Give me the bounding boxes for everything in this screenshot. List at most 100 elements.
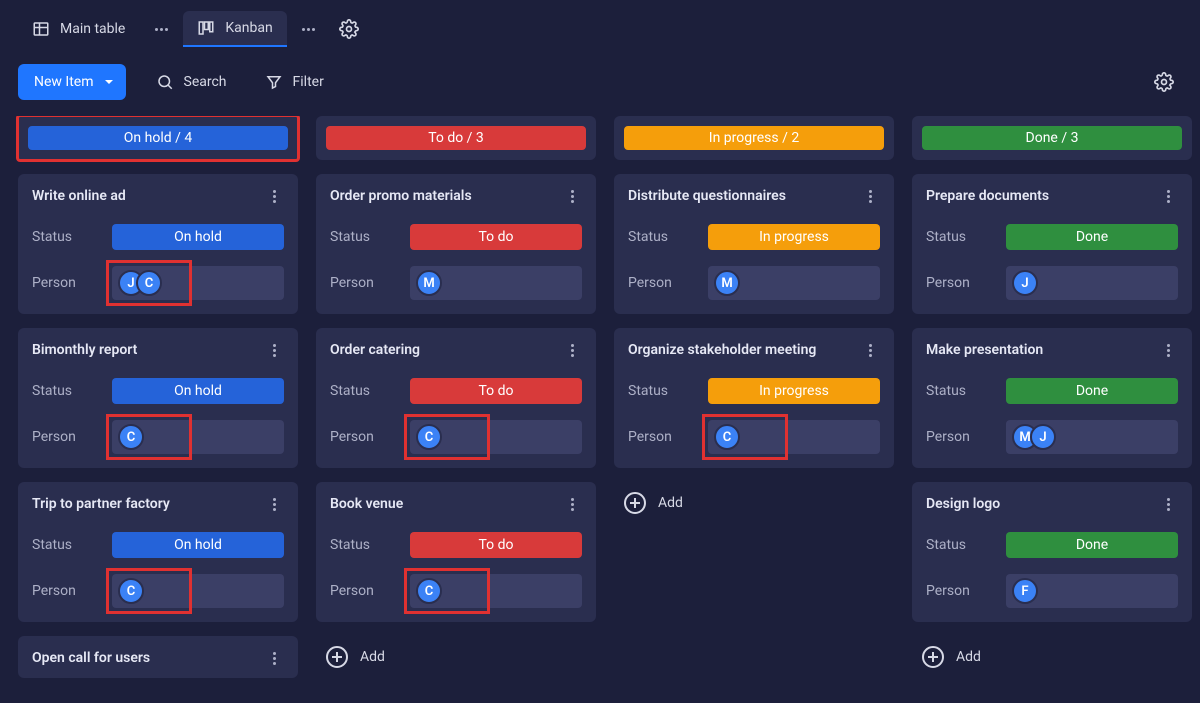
plus-circle-icon bbox=[326, 646, 348, 668]
view-settings[interactable] bbox=[337, 17, 361, 41]
search-button[interactable]: Search bbox=[148, 64, 235, 100]
filter-button[interactable]: Filter bbox=[257, 64, 332, 100]
filter-label: Filter bbox=[293, 74, 324, 90]
column-on_hold: On hold / 4Write online adStatusOn holdP… bbox=[18, 116, 298, 678]
card-title: Order catering bbox=[330, 342, 420, 358]
chevron-down-icon bbox=[104, 77, 114, 87]
column-header[interactable]: In progress / 2 bbox=[614, 116, 894, 160]
kanban-card[interactable]: Prepare documentsStatusDonePersonJ bbox=[912, 174, 1192, 314]
person-label: Person bbox=[926, 583, 1006, 599]
card-menu[interactable] bbox=[1158, 340, 1178, 360]
kanban-card[interactable]: Design logoStatusDonePersonF bbox=[912, 482, 1192, 622]
person-cell[interactable]: C bbox=[708, 420, 880, 454]
person-cell[interactable]: MJ bbox=[1006, 420, 1178, 454]
status-label: Status bbox=[32, 383, 112, 399]
board-settings[interactable] bbox=[1152, 70, 1176, 94]
card-menu[interactable] bbox=[264, 648, 284, 668]
tab-main-menu[interactable] bbox=[149, 17, 173, 41]
card-menu[interactable] bbox=[264, 494, 284, 514]
kanban-card[interactable]: Bimonthly reportStatusOn holdPersonC bbox=[18, 328, 298, 468]
status-pill[interactable]: To do bbox=[410, 224, 582, 250]
person-cell[interactable]: JC bbox=[112, 266, 284, 300]
status-label: Status bbox=[628, 229, 708, 245]
card-menu[interactable] bbox=[1158, 494, 1178, 514]
column-header[interactable]: On hold / 4 bbox=[18, 116, 298, 160]
kanban-card[interactable]: Make presentationStatusDonePersonMJ bbox=[912, 328, 1192, 468]
kanban-card[interactable]: Distribute questionnaires StatusIn progre… bbox=[614, 174, 894, 314]
card-title: Distribute questionnaires bbox=[628, 188, 786, 204]
card-menu[interactable] bbox=[264, 340, 284, 360]
status-pill[interactable]: To do bbox=[410, 378, 582, 404]
add-card-button[interactable]: Add bbox=[316, 636, 596, 678]
person-cell[interactable]: J bbox=[1006, 266, 1178, 300]
status-pill[interactable]: On hold bbox=[112, 224, 284, 250]
status-label: Status bbox=[926, 537, 1006, 553]
column-header[interactable]: To do / 3 bbox=[316, 116, 596, 160]
card-menu[interactable] bbox=[1158, 186, 1178, 206]
kanban-card[interactable]: Order cateringStatusTo doPersonC bbox=[316, 328, 596, 468]
tab-main-table[interactable]: Main table bbox=[18, 11, 139, 47]
column-header-label: Done / 3 bbox=[922, 126, 1182, 150]
column-header-label: In progress / 2 bbox=[624, 126, 884, 150]
person-cell[interactable]: C bbox=[112, 574, 284, 608]
gear-icon bbox=[339, 19, 359, 39]
person-cell[interactable]: M bbox=[410, 266, 582, 300]
status-label: Status bbox=[330, 383, 410, 399]
card-title: Organize stakeholder meeting bbox=[628, 342, 816, 358]
kanban-card[interactable]: Open call for users bbox=[18, 636, 298, 678]
person-cell[interactable]: C bbox=[112, 420, 284, 454]
add-card-button[interactable]: Add bbox=[912, 636, 1192, 678]
person-label: Person bbox=[628, 275, 708, 291]
gear-icon bbox=[1154, 72, 1174, 92]
status-pill[interactable]: To do bbox=[410, 532, 582, 558]
kanban-card[interactable]: Order promo materialsStatusTo doPersonM bbox=[316, 174, 596, 314]
kanban-card[interactable]: Organize stakeholder meetingStatusIn pro… bbox=[614, 328, 894, 468]
kanban-card[interactable]: Write online adStatusOn holdPersonJC bbox=[18, 174, 298, 314]
card-title: Make presentation bbox=[926, 342, 1043, 358]
person-cell[interactable]: C bbox=[410, 574, 582, 608]
card-menu[interactable] bbox=[860, 340, 880, 360]
tab-main-table-label: Main table bbox=[60, 21, 125, 37]
status-pill[interactable]: Done bbox=[1006, 224, 1178, 250]
card-menu[interactable] bbox=[860, 186, 880, 206]
card-title: Open call for users bbox=[32, 650, 150, 666]
kanban-card[interactable]: Book venueStatusTo doPersonC bbox=[316, 482, 596, 622]
status-pill[interactable]: In progress bbox=[708, 378, 880, 404]
filter-icon bbox=[265, 73, 283, 91]
card-menu[interactable] bbox=[562, 494, 582, 514]
avatar: C bbox=[136, 270, 162, 296]
column-to_do: To do / 3 Order promo materialsStatusTo d… bbox=[316, 116, 596, 678]
person-cell[interactable]: M bbox=[708, 266, 880, 300]
person-label: Person bbox=[32, 275, 112, 291]
card-menu[interactable] bbox=[562, 186, 582, 206]
column-header-label: On hold / 4 bbox=[28, 126, 288, 150]
status-pill[interactable]: Done bbox=[1006, 532, 1178, 558]
person-cell[interactable]: F bbox=[1006, 574, 1178, 608]
status-label: Status bbox=[32, 229, 112, 245]
card-menu[interactable] bbox=[562, 340, 582, 360]
person-label: Person bbox=[32, 429, 112, 445]
tab-kanban-menu[interactable] bbox=[297, 17, 321, 41]
card-menu[interactable] bbox=[264, 186, 284, 206]
person-label: Person bbox=[330, 583, 410, 599]
new-item-button[interactable]: New Item bbox=[18, 64, 126, 100]
avatar: C bbox=[118, 424, 144, 450]
person-cell[interactable]: C bbox=[410, 420, 582, 454]
tab-kanban[interactable]: Kanban bbox=[183, 11, 286, 47]
status-label: Status bbox=[330, 537, 410, 553]
status-pill[interactable]: Done bbox=[1006, 378, 1178, 404]
kanban-card[interactable]: Trip to partner factoryStatusOn holdPers… bbox=[18, 482, 298, 622]
status-label: Status bbox=[926, 383, 1006, 399]
status-pill[interactable]: On hold bbox=[112, 378, 284, 404]
avatar: F bbox=[1012, 578, 1038, 604]
person-label: Person bbox=[628, 429, 708, 445]
status-pill[interactable]: In progress bbox=[708, 224, 880, 250]
column-header[interactable]: Done / 3 bbox=[912, 116, 1192, 160]
add-label: Add bbox=[956, 649, 981, 665]
avatar: J bbox=[1012, 270, 1038, 296]
add-card-button[interactable]: Add bbox=[614, 482, 894, 524]
status-pill[interactable]: On hold bbox=[112, 532, 284, 558]
avatar: J bbox=[1030, 424, 1056, 450]
add-label: Add bbox=[360, 649, 385, 665]
card-title: Prepare documents bbox=[926, 188, 1049, 204]
